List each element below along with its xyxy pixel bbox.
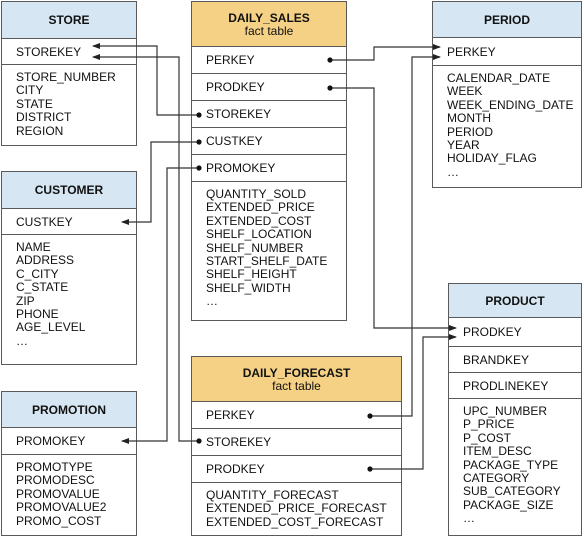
store-title: STORE: [48, 13, 90, 27]
daily-forecast-perkey: PERKEY: [192, 402, 401, 429]
daily-forecast-table: DAILY_FORECAST fact table PERKEY STOREKE…: [191, 356, 402, 536]
product-prodlinekey: PRODLINEKEY: [449, 373, 581, 399]
store-attr: STATE: [16, 96, 53, 111]
daily-forecast-attr: QUANTITY_FORECAST: [206, 488, 339, 502]
product-attr: P_PRICE: [463, 417, 515, 432]
customer-attr: NAME: [16, 240, 51, 254]
promotion-attr: PROMO_COST: [16, 513, 102, 528]
period-title: PERIOD: [483, 12, 530, 27]
store-table: STORE STOREKEY STORE_NUMBER CITY STATE D…: [1, 1, 137, 146]
promotion-attr: PROMODESC: [16, 473, 95, 488]
customer-attr: C_CITY: [16, 266, 59, 281]
daily-sales-attr: EXTENDED_PRICE: [206, 200, 315, 215]
store-attr: REGION: [16, 123, 64, 138]
product-prodkey: PRODKEY: [449, 318, 581, 347]
daily-sales-attr: QUANTITY_SOLD: [206, 187, 307, 201]
product-attributes: UPC_NUMBER P_PRICE P_COST ITEM_DESC PACK…: [449, 399, 581, 526]
period-attr: CALENDAR_DATE: [447, 71, 551, 85]
product-brandkey: BRANDKEY: [449, 347, 581, 373]
customer-attr: AGE_LEVEL: [16, 320, 86, 335]
daily-sales-attr: SHELF_NUMBER: [206, 240, 304, 255]
customer-title: CUSTOMER: [34, 183, 104, 197]
product-title: PRODUCT: [485, 293, 545, 308]
daily-sales-header: DAILY_SALES fact table: [192, 2, 346, 47]
daily-sales-attr: SHELF_LOCATION: [206, 227, 312, 242]
period-attr: MONTH: [447, 111, 491, 126]
promotion-title: PROMOTION: [32, 402, 106, 417]
daily-sales-subtitle: fact table: [244, 23, 294, 38]
promotion-promokey: PROMOKEY: [2, 428, 136, 455]
product-attr: PACKAGE_SIZE: [463, 497, 554, 512]
daily-forecast-subtitle: fact table: [272, 378, 321, 393]
period-table: PERIOD PERKEY CALENDAR_DATE WEEK WEEK_EN…: [432, 1, 582, 188]
promotion-attributes: PROMOTYPE PROMODESC PROMOVALUE PROMOVALU…: [2, 455, 136, 528]
period-attr: WEEK: [447, 84, 483, 99]
period-header: PERIOD: [433, 2, 581, 38]
promotion-attr: PROMOVALUE: [16, 486, 100, 501]
daily-forecast-attr: EXTENDED_PRICE_FORECAST: [206, 501, 387, 516]
promotion-attr: PROMOTYPE: [16, 460, 93, 474]
product-attr: PACKAGE_TYPE: [463, 457, 559, 472]
daily-sales-title: DAILY_SALES: [228, 10, 310, 25]
daily-sales-promokey: PROMOKEY: [192, 155, 346, 182]
daily-sales-prodkey: PRODKEY: [192, 74, 346, 101]
period-attr: PERIOD: [447, 124, 494, 139]
daily-forecast-attr: EXTENDED_COST_FORECAST: [206, 514, 384, 529]
store-header: STORE: [2, 2, 136, 39]
customer-table: CUSTOMER CUSTKEY NAME ADDRESS C_CITY C_S…: [1, 171, 137, 365]
daily-sales-table: DAILY_SALES fact table PERKEY PRODKEY ST…: [191, 1, 347, 321]
store-attr: STORE_NUMBER: [16, 70, 116, 84]
customer-attr: C_STATE: [16, 280, 69, 295]
store-attributes: STORE_NUMBER CITY STATE DISTRICT REGION: [2, 65, 136, 138]
product-attr: ITEM_DESC: [463, 444, 532, 459]
daily-sales-storekey: STOREKEY: [192, 101, 346, 128]
customer-custkey: CUSTKEY: [2, 209, 136, 235]
daily-sales-perkey: PERKEY: [192, 47, 346, 74]
daily-sales-attr: SHELF_HEIGHT: [206, 267, 297, 282]
daily-forecast-storekey: STOREKEY: [192, 429, 401, 456]
product-header: PRODUCT: [449, 284, 581, 318]
promotion-attr: PROMOVALUE2: [16, 500, 107, 515]
period-attr: …: [447, 164, 459, 179]
customer-attributes: NAME ADDRESS C_CITY C_STATE ZIP PHONE AG…: [2, 235, 136, 348]
store-storekey: STOREKEY: [2, 39, 136, 65]
store-attr: DISTRICT: [16, 110, 72, 125]
product-attr: UPC_NUMBER: [463, 404, 548, 418]
daily-sales-attr: …: [206, 294, 218, 309]
store-attr: CITY: [16, 83, 44, 98]
customer-header: CUSTOMER: [2, 172, 136, 209]
daily-sales-attributes: QUANTITY_SOLD EXTENDED_PRICE EXTENDED_CO…: [192, 182, 346, 309]
customer-attr: ZIP: [16, 293, 35, 308]
daily-sales-attr: START_SHELF_DATE: [206, 254, 328, 269]
period-perkey: PERKEY: [433, 38, 581, 66]
period-attr: YEAR: [447, 138, 480, 153]
daily-forecast-header: DAILY_FORECAST fact table: [192, 357, 401, 402]
promotion-table: PROMOTION PROMOKEY PROMOTYPE PROMODESC P…: [1, 391, 137, 536]
promotion-header: PROMOTION: [2, 392, 136, 428]
daily-sales-attr: SHELF_WIDTH: [206, 280, 291, 295]
product-attr: CATEGORY: [463, 471, 530, 486]
daily-sales-attr: EXTENDED_COST: [206, 213, 312, 228]
daily-sales-custkey: CUSTKEY: [192, 128, 346, 155]
product-attr: SUB_CATEGORY: [463, 484, 561, 499]
product-attr: P_COST: [463, 430, 512, 445]
period-attr: WEEK_ENDING_DATE: [447, 97, 574, 112]
customer-attr: ADDRESS: [16, 253, 75, 268]
product-attr: …: [463, 511, 475, 526]
daily-forecast-prodkey: PRODKEY: [192, 456, 401, 483]
period-attr: HOLIDAY_FLAG: [447, 151, 537, 166]
product-table: PRODUCT PRODKEY BRANDKEY PRODLINEKEY UPC…: [448, 283, 582, 536]
period-attributes: CALENDAR_DATE WEEK WEEK_ENDING_DATE MONT…: [433, 66, 581, 179]
customer-attr: PHONE: [16, 307, 59, 322]
daily-forecast-attributes: QUANTITY_FORECAST EXTENDED_PRICE_FORECAS…: [192, 483, 401, 529]
daily-forecast-title: DAILY_FORECAST: [242, 365, 351, 380]
customer-attr: …: [16, 333, 28, 348]
